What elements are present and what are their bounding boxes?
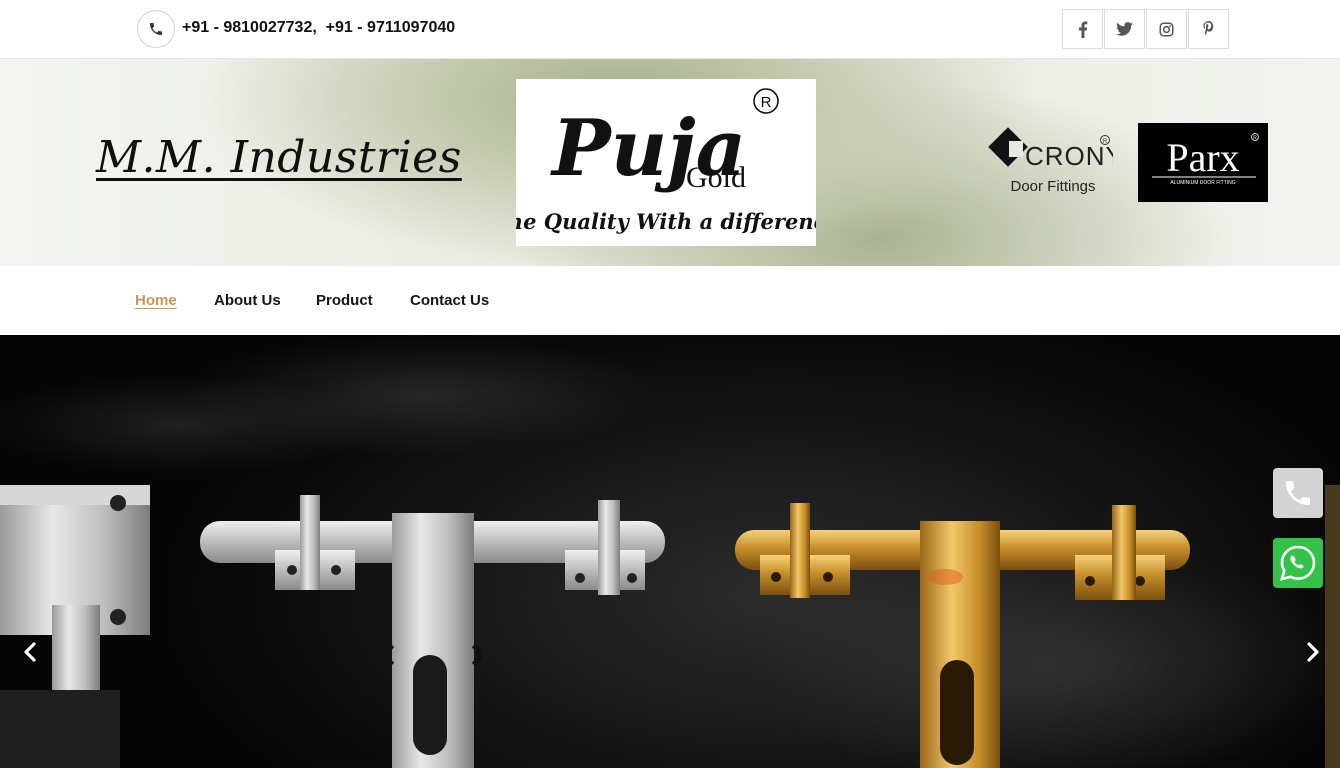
call-button[interactable]: [1273, 468, 1323, 518]
puja-logo-mark: R: [761, 94, 772, 111]
instagram-icon[interactable]: [1146, 9, 1187, 49]
nav-about-us[interactable]: About Us: [214, 292, 281, 309]
top-bar: +91 - 9810027732, +91 - 9711097040: [0, 0, 1340, 59]
whatsapp-button[interactable]: [1273, 538, 1323, 588]
phone-numbers: +91 - 9810027732, +91 - 9711097040: [182, 19, 456, 36]
whatsapp-icon: [1280, 545, 1316, 581]
puja-logo-tagline: The Quality With a difference: [516, 209, 816, 234]
parx-brand: Parx: [1166, 135, 1239, 180]
main-nav: Home About Us Product Contact Us: [0, 266, 1340, 335]
chevron-right-icon[interactable]: [1301, 638, 1325, 666]
nav-home[interactable]: Home: [135, 292, 177, 309]
crony-sub: Door Fittings: [1010, 178, 1095, 195]
hero-slider: [0, 335, 1340, 768]
phone-icon: [1286, 481, 1310, 505]
crony-brand: CRONY: [1025, 141, 1113, 171]
company-name: M.M. Industries: [96, 132, 462, 183]
phone-icon: [137, 10, 175, 48]
parx-logo[interactable]: Parx R ALUMINIUM DOOR FITTING: [1138, 123, 1268, 202]
crony-logo[interactable]: CRONY R Door Fittings: [985, 124, 1123, 198]
twitter-icon[interactable]: [1104, 9, 1145, 49]
nav-product[interactable]: Product: [316, 292, 373, 309]
crony-mark: R: [1103, 139, 1108, 145]
chevron-left-icon[interactable]: [18, 638, 42, 666]
facebook-icon[interactable]: [1062, 9, 1103, 49]
social-links: [1062, 9, 1230, 49]
puja-logo-sub: Gold: [686, 161, 746, 194]
slide-image: [0, 335, 1340, 768]
parx-sub: ALUMINIUM DOOR FITTING: [1170, 180, 1235, 186]
puja-gold-logo[interactable]: Puja R Gold The Quality With a differenc…: [492, 79, 840, 246]
nav-contact-us[interactable]: Contact Us: [410, 292, 489, 309]
parx-mark: R: [1253, 136, 1257, 142]
pinterest-icon[interactable]: [1188, 9, 1229, 49]
